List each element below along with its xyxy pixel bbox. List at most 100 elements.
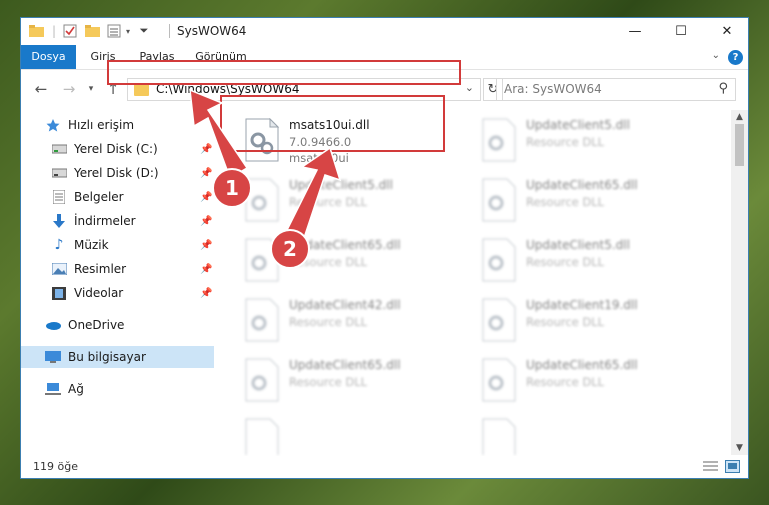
file-tile[interactable]: UpdateClient65.dll Resource DLL <box>244 356 474 406</box>
file-list: msats10ui.dll 7.0.9466.0 msats10ui Updat… <box>224 110 729 455</box>
tab-file[interactable]: Dosya <box>21 45 76 69</box>
chevron-down-icon[interactable]: ⌄ <box>465 81 474 94</box>
status-bar: 119 öğe <box>21 456 748 478</box>
sidebar-item-local-disk-d[interactable]: Yerel Disk (D:) 📌 <box>21 162 214 184</box>
file-name: UpdateClient5.dll <box>526 118 630 132</box>
view-options-icon[interactable] <box>105 23 123 39</box>
sidebar-item-documents[interactable]: Belgeler 📌 <box>21 186 214 208</box>
dll-file-icon <box>245 358 279 402</box>
forward-arrow-icon[interactable]: → <box>59 80 79 98</box>
file-description: Resource DLL <box>526 375 605 389</box>
scroll-up-icon[interactable]: ▲ <box>731 112 748 122</box>
file-name: UpdateClient65.dll <box>289 358 401 372</box>
window-title: SysWOW64 <box>177 24 247 38</box>
star-icon <box>45 118 61 132</box>
file-tile[interactable]: UpdateClient5.dll Resource DLL <box>481 116 711 166</box>
step-badge-1: 1 <box>212 168 252 208</box>
dll-file-icon <box>482 418 516 455</box>
sidebar-item-downloads[interactable]: İndirmeler 📌 <box>21 210 214 232</box>
dll-file-icon <box>482 238 516 282</box>
properties-icon[interactable] <box>61 23 79 39</box>
step-badge-2: 2 <box>270 229 310 269</box>
close-button[interactable]: ✕ <box>704 18 748 45</box>
help-button[interactable]: ? <box>728 50 743 65</box>
sidebar-item-this-pc[interactable]: Bu bilgisayar <box>21 346 214 368</box>
file-name: UpdateClient5.dll <box>526 238 630 252</box>
file-description: Resource DLL <box>526 195 605 209</box>
file-tile[interactable]: UpdateClient65.dll Resource DLL <box>481 176 711 226</box>
customize-qa-icon[interactable]: ⏷ <box>137 23 151 39</box>
details-view-icon[interactable] <box>703 460 718 473</box>
scroll-thumb[interactable] <box>735 124 744 166</box>
dll-file-icon <box>482 178 516 222</box>
file-highlight-box <box>220 95 445 152</box>
pin-icon[interactable]: 📌 <box>200 192 212 203</box>
vertical-scrollbar[interactable]: ▲ ▼ <box>731 110 748 455</box>
dll-file-icon <box>482 298 516 342</box>
new-folder-icon[interactable] <box>83 23 101 39</box>
file-tile[interactable] <box>481 416 711 455</box>
qa-dropdown-icon[interactable]: ▾ <box>123 23 133 39</box>
documents-icon <box>51 190 67 204</box>
sidebar-item-network[interactable]: Ağ <box>21 378 214 400</box>
large-icons-view-icon[interactable] <box>725 460 740 473</box>
file-description: Resource DLL <box>289 375 368 389</box>
file-tile[interactable] <box>244 416 474 455</box>
file-tile[interactable]: UpdateClient65.dll Resource DLL <box>481 356 711 406</box>
file-tile[interactable]: UpdateClient19.dll Resource DLL <box>481 296 711 346</box>
pin-icon[interactable]: 📌 <box>200 240 212 251</box>
file-description: Resource DLL <box>289 195 368 209</box>
download-icon <box>51 214 67 228</box>
pictures-icon <box>51 262 67 276</box>
sidebar-item-videos[interactable]: Videolar 📌 <box>21 282 214 304</box>
file-description: Resource DLL <box>526 135 605 149</box>
pin-icon[interactable]: 📌 <box>200 144 212 155</box>
explorer-window: | ▾ ⏷ SysWOW64 — ☐ ✕ Dosya Giriş Paylaş … <box>20 17 749 479</box>
recent-locations-icon[interactable]: ▾ <box>85 80 97 98</box>
file-name: UpdateClient65.dll <box>526 178 638 192</box>
file-description: Resource DLL <box>289 315 368 329</box>
computer-icon <box>45 350 61 364</box>
file-description: Resource DLL <box>526 255 605 269</box>
drive-icon <box>51 142 67 156</box>
file-description: Resource DLL <box>526 315 605 329</box>
search-icon[interactable]: ⚲ <box>718 81 728 96</box>
minimize-button[interactable]: — <box>612 18 658 45</box>
sidebar-item-quick-access[interactable]: Hızlı erişim <box>21 114 214 136</box>
network-icon <box>45 382 61 396</box>
navigation-pane: Hızlı erişim Yerel Disk (C:) 📌 Yerel Dis… <box>21 110 214 455</box>
pin-icon[interactable]: 📌 <box>200 216 212 227</box>
music-icon: ♪ <box>54 237 64 253</box>
dll-file-icon <box>482 358 516 402</box>
sidebar-item-pictures[interactable]: Resimler 📌 <box>21 258 214 280</box>
maximize-button[interactable]: ☐ <box>658 18 704 45</box>
file-name: UpdateClient65.dll <box>526 358 638 372</box>
file-name: UpdateClient42.dll <box>289 298 401 312</box>
pin-icon[interactable]: 📌 <box>200 264 212 275</box>
file-tile[interactable]: UpdateClient5.dll Resource DLL <box>244 176 474 226</box>
back-arrow-icon[interactable]: ← <box>31 80 51 98</box>
scroll-down-icon[interactable]: ▼ <box>731 443 748 453</box>
sidebar-item-local-disk-c[interactable]: Yerel Disk (C:) 📌 <box>21 138 214 160</box>
dll-file-icon <box>245 298 279 342</box>
address-highlight-box <box>107 60 461 85</box>
search-input[interactable]: Ara: SysWOW64 ⚲ <box>496 78 736 101</box>
dll-file-icon <box>482 118 516 162</box>
drive-icon <box>51 166 67 180</box>
pin-icon[interactable]: 📌 <box>200 168 212 179</box>
file-tile[interactable]: UpdateClient5.dll Resource DLL <box>481 236 711 286</box>
file-tile[interactable]: UpdateClient42.dll Resource DLL <box>244 296 474 346</box>
file-name: UpdateClient19.dll <box>526 298 638 312</box>
title-bar: | ▾ ⏷ SysWOW64 — ☐ ✕ <box>21 18 748 45</box>
folder-icon <box>27 23 45 39</box>
cloud-icon <box>45 318 61 332</box>
sidebar-item-music[interactable]: ♪ Müzik 📌 <box>21 234 214 256</box>
sidebar-item-onedrive[interactable]: OneDrive <box>21 314 214 336</box>
item-count: 119 öğe <box>33 460 78 473</box>
file-name: UpdateClient5.dll <box>289 178 393 192</box>
videos-icon <box>51 286 67 300</box>
pin-icon[interactable]: 📌 <box>200 288 212 299</box>
search-placeholder: Ara: SysWOW64 <box>504 82 602 96</box>
ribbon-expand-icon[interactable]: ⌄ <box>712 50 720 61</box>
file-description: msats10ui <box>289 151 349 165</box>
